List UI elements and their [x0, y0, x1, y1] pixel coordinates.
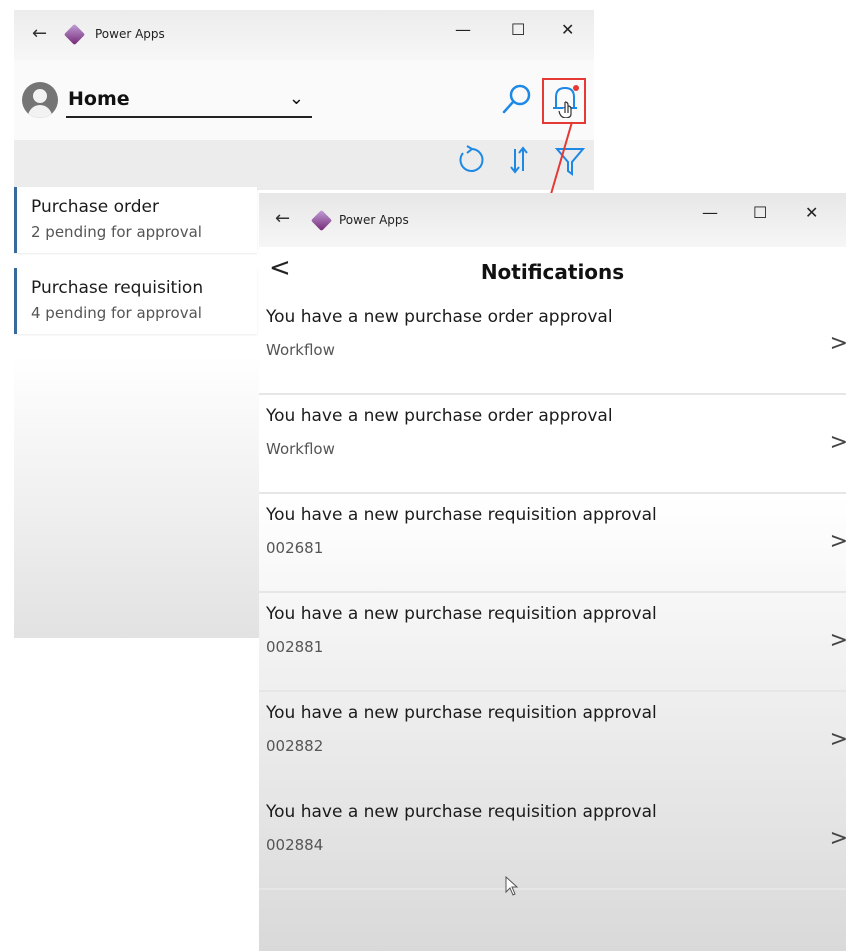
chevron-down-icon: ⌄: [288, 88, 304, 109]
chevron-right-icon: >: [829, 628, 846, 653]
notification-subtitle: 002881: [266, 638, 324, 656]
notification-subtitle: Workflow: [266, 440, 335, 458]
card-subtitle: 2 pending for approval: [31, 223, 202, 241]
notification-item[interactable]: You have a new purchase requisition appr…: [259, 594, 846, 692]
mouse-pointer-icon: [505, 876, 519, 896]
page-title: Notifications: [480, 260, 625, 284]
search-icon[interactable]: [501, 82, 533, 116]
avatar[interactable]: [22, 82, 58, 118]
notifications-titlebar: ← Power Apps — ☐ ✕: [259, 193, 846, 247]
chevron-right-icon: >: [829, 331, 846, 356]
notification-title: You have a new purchase order approval: [266, 406, 613, 426]
notification-title: You have a new purchase requisition appr…: [266, 703, 657, 723]
power-apps-logo-icon: [310, 209, 333, 232]
card-title: Purchase requisition: [31, 278, 204, 298]
home-titlebar: ← Power Apps — ☐ ✕: [14, 10, 594, 60]
notification-subtitle: 002882: [266, 737, 324, 755]
home-dropdown-label: Home: [68, 88, 130, 110]
notification-item[interactable]: You have a new purchase requisition appr…: [259, 693, 846, 791]
notification-title: You have a new purchase requisition appr…: [266, 802, 657, 822]
chevron-right-icon: >: [829, 430, 846, 455]
notifications-window: ← Power Apps — ☐ ✕ < Notifications You h…: [259, 193, 846, 951]
notification-item[interactable]: You have a new purchase order approval W…: [259, 297, 846, 395]
back-arrow-icon[interactable]: ←: [275, 208, 290, 229]
home-toolbar: [14, 140, 594, 190]
notification-title: You have a new purchase requisition appr…: [266, 604, 657, 624]
notifications-header: < Notifications: [259, 247, 846, 295]
maximize-button[interactable]: ☐: [753, 203, 767, 222]
home-dropdown[interactable]: Home ⌄: [66, 86, 312, 118]
notification-title: You have a new purchase requisition appr…: [266, 505, 657, 525]
minimize-button[interactable]: —: [702, 203, 718, 222]
power-apps-logo-icon: [63, 23, 86, 46]
notification-subtitle: Workflow: [266, 341, 335, 359]
close-button[interactable]: ✕: [805, 203, 818, 222]
card-title: Purchase order: [31, 197, 159, 217]
sort-icon[interactable]: [508, 143, 530, 177]
notification-subtitle: 002884: [266, 836, 324, 854]
app-title: Power Apps: [95, 27, 165, 41]
back-arrow-icon[interactable]: ←: [32, 23, 47, 44]
card-purchase-order[interactable]: Purchase order 2 pending for approval: [14, 187, 257, 253]
chevron-right-icon: >: [829, 529, 846, 554]
notification-subtitle: 002681: [266, 539, 324, 557]
notification-item[interactable]: You have a new purchase order approval W…: [259, 396, 846, 494]
notification-item[interactable]: You have a new purchase requisition appr…: [259, 792, 846, 890]
chevron-right-icon: >: [829, 826, 846, 851]
maximize-button[interactable]: ☐: [511, 20, 525, 39]
notification-title: You have a new purchase order approval: [266, 307, 613, 327]
chevron-right-icon: >: [829, 727, 846, 752]
notification-item[interactable]: You have a new purchase requisition appr…: [259, 495, 846, 593]
app-title: Power Apps: [339, 213, 409, 227]
minimize-button[interactable]: —: [455, 20, 471, 39]
refresh-icon[interactable]: [455, 143, 487, 177]
card-subtitle: 4 pending for approval: [31, 304, 202, 322]
close-button[interactable]: ✕: [561, 20, 574, 39]
card-purchase-requisition[interactable]: Purchase requisition 4 pending for appro…: [14, 268, 257, 334]
